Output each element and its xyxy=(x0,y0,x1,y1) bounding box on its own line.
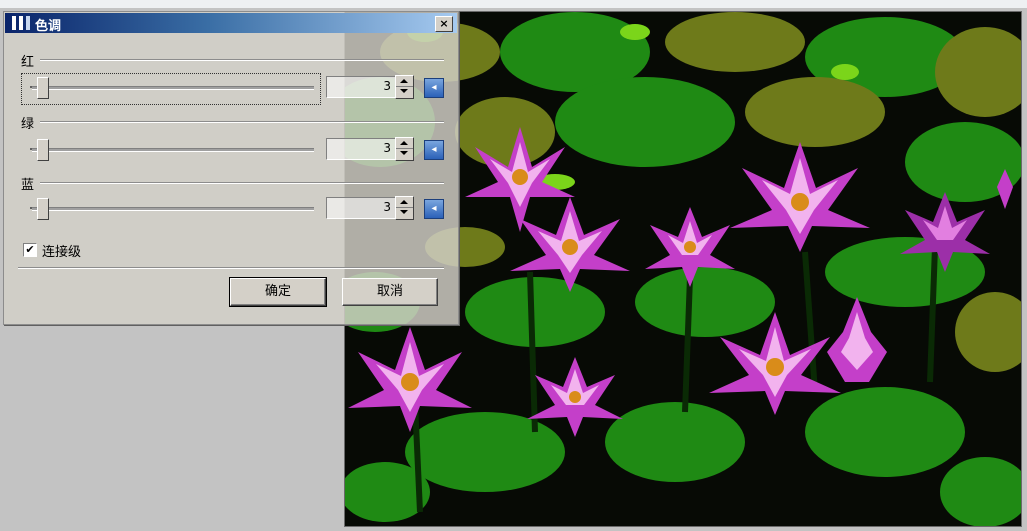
green-channel-label: 绿 xyxy=(21,117,35,132)
blue-spin-down-icon[interactable] xyxy=(400,210,408,214)
ok-button[interactable]: 确定 xyxy=(229,277,327,307)
red-group-divider xyxy=(40,59,444,61)
green-slider-thumb[interactable] xyxy=(37,139,49,161)
red-reset-button[interactable]: ◂ xyxy=(424,78,444,98)
blue-slider-thumb[interactable] xyxy=(37,198,49,220)
red-spin-up-icon[interactable] xyxy=(400,79,408,83)
cancel-button[interactable]: 取消 xyxy=(342,278,438,306)
blue-value-field[interactable]: 3 xyxy=(326,197,396,219)
blue-channel-label: 蓝 xyxy=(21,178,35,193)
link-levels-checkbox[interactable]: ✔ xyxy=(23,243,37,257)
blue-slider[interactable] xyxy=(26,196,314,222)
green-spin-down-icon[interactable] xyxy=(400,151,408,155)
blue-group-divider xyxy=(40,182,444,184)
close-button[interactable]: × xyxy=(435,16,453,32)
green-value-field[interactable]: 3 xyxy=(326,138,396,160)
red-slider[interactable] xyxy=(26,75,314,101)
red-slider-thumb[interactable] xyxy=(37,77,49,99)
tone-dialog: 色调 × 红 3 ◂ 绿 3 ◂ 蓝 3 ◂ ✔ 连接级 确定 取消 xyxy=(3,11,459,325)
red-spin-down-icon[interactable] xyxy=(400,89,408,93)
green-group-divider xyxy=(40,121,444,123)
green-spinner[interactable] xyxy=(395,137,414,161)
link-levels-label[interactable]: 连接级 xyxy=(42,241,81,260)
blue-spinner[interactable] xyxy=(395,196,414,220)
blue-spin-up-icon[interactable] xyxy=(400,200,408,204)
dialog-titlebar[interactable]: 色调 × xyxy=(5,13,457,34)
app-icon xyxy=(12,16,32,30)
dialog-title: 色调 xyxy=(35,19,62,34)
blue-reset-button[interactable]: ◂ xyxy=(424,199,444,219)
red-spinner[interactable] xyxy=(395,75,414,99)
button-divider xyxy=(18,267,444,269)
top-strip xyxy=(0,0,1027,8)
red-channel-label: 红 xyxy=(21,55,35,70)
green-slider[interactable] xyxy=(26,137,314,163)
green-reset-button[interactable]: ◂ xyxy=(424,140,444,160)
green-spin-up-icon[interactable] xyxy=(400,141,408,145)
red-value-field[interactable]: 3 xyxy=(326,76,396,98)
